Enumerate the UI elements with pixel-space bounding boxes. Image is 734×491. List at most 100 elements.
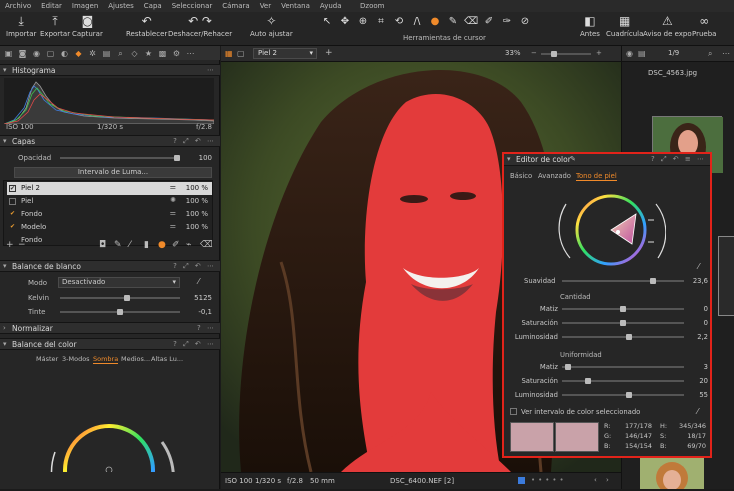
layer-checkbox[interactable]: ✔ [9,211,16,218]
zoom-level[interactable]: 33% [505,49,521,57]
add-layer-icon[interactable]: + [6,240,14,250]
single-view-icon[interactable]: ▦ [225,49,233,58]
slider-value[interactable]: 20 [684,377,708,385]
tab-basic[interactable]: Básico [510,172,532,180]
section-menu-icon[interactable]: ⋯ [207,66,216,74]
section-controls-icon[interactable]: ? ⤢ ↶ ⋯ [173,137,216,146]
zoom-icon[interactable]: ⊕ [356,15,370,29]
multi-view-icon[interactable]: ▢ [237,49,245,58]
tab-highlights[interactable]: Altas Lu... [151,355,183,363]
layer-row-fondo[interactable]: ✔ Fondo ⚌ 100 % [7,208,212,221]
smoothness-slider-knob[interactable] [650,278,656,284]
tint-slider[interactable] [60,309,180,315]
tint-value[interactable]: -0,1 [180,308,212,316]
eyedropper-icon[interactable]: ⁄ [198,277,199,286]
menu-archivo[interactable]: Archivo [0,2,36,10]
clear-icon[interactable]: ⌫ [200,240,213,250]
star-tab-icon[interactable]: ★ [143,48,154,59]
tab-3-modes[interactable]: 3-Modos [62,355,90,363]
auto-adjust-button[interactable]: ✧ Auto ajustar [250,14,293,38]
thumbnail-partial[interactable] [718,236,734,316]
color-editor-header[interactable]: ▾ Editor de color ✎ ? ⤢ ↶ ≡ ⋯ [504,154,710,166]
white-balance-header[interactable]: ▾ Balance de blanco ? ⤢ ↶ ⋯ [0,260,220,272]
picker-icon[interactable]: ⁄ [129,240,131,250]
zoom-in-icon[interactable]: + [596,49,602,57]
eyedropper-icon[interactable]: ⁄ [697,407,698,416]
layer-row-piel2[interactable]: ✔ Piel 2 ⚌ 100 % [7,182,212,195]
slider-track[interactable] [562,306,684,312]
color-tag-icon[interactable] [518,477,525,484]
normalize-header[interactable]: › Normalizar ? ⋯ [0,322,220,334]
color-range-icon[interactable]: ● [158,240,166,250]
menu-seleccionar[interactable]: Seleccionar [167,2,218,10]
tab-shadow[interactable]: Sombra [93,355,119,364]
slider-track[interactable] [562,364,684,370]
slider-track[interactable] [562,392,684,398]
brush-icon[interactable]: ✎ [114,240,122,250]
histogram-header[interactable]: ▾ Histograma ⋯ [0,64,220,76]
menu-ajustes[interactable]: Ajustes [103,2,139,10]
heal-icon[interactable]: ✑ [500,15,514,29]
slider-knob[interactable] [626,392,632,398]
export-button[interactable]: ⤒ Exportar [40,14,70,38]
more-icon[interactable]: ⋯ [722,49,730,58]
slider-track[interactable] [562,334,684,340]
before-button[interactable]: ◧ Antes [580,14,600,38]
layers-header[interactable]: ▾ Capas ? ⤢ ↶ ⋯ [0,135,220,147]
slider-knob[interactable] [565,364,571,370]
capture-button[interactable]: ◙ Capturar [72,14,103,38]
slider-value[interactable]: 55 [684,391,708,399]
smoothness-value[interactable]: 23,6 [684,277,708,285]
slider-knob[interactable] [626,334,632,340]
batch-tab-icon[interactable]: ⚙ [171,48,182,59]
menu-camara[interactable]: Cámara [217,2,254,10]
prev-icon[interactable]: ‹ [594,476,597,484]
layer-checkbox[interactable] [9,198,16,205]
fill-icon[interactable]: ⌁ [186,240,191,250]
section-controls-icon[interactable]: ? ⋯ [197,324,216,332]
pan-icon[interactable]: ✥ [338,15,352,29]
zoom-out-icon[interactable]: − [531,49,537,57]
skin-tone-wheel[interactable] [556,184,666,274]
thumbnail-3[interactable] [640,458,704,491]
next-icon[interactable]: › [606,476,609,484]
slider-value[interactable]: 2,2 [684,333,708,341]
eye-icon[interactable]: ◉ [626,49,633,58]
zoom-slider[interactable] [541,51,591,57]
color-tab-icon[interactable]: ◆ [73,48,84,59]
menu-ver[interactable]: Ver [255,2,276,10]
proof-button[interactable]: ∞ Prueba [692,14,716,38]
tab-skin-tone[interactable]: Tono de piel [576,172,617,181]
rating-dots[interactable]: ••••• [531,476,567,484]
crop-icon[interactable]: ⌗ [374,15,388,29]
local-tab-icon[interactable]: ▤ [101,48,112,59]
undo-redo-button[interactable]: ↶ ↷ Deshacer/Rehacer [168,14,232,38]
layer-checkbox[interactable]: ✔ [9,185,16,192]
more-tab-icon[interactable]: ⋯ [185,48,196,59]
tab-midtones[interactable]: Medios... [121,355,150,363]
kelvin-value[interactable]: 5125 [180,294,212,302]
smoothness-slider[interactable] [562,278,684,284]
rotate-icon[interactable]: ⟲ [392,15,406,29]
pointer-icon[interactable]: ↖ [320,15,334,29]
library-tab-icon[interactable]: ▣ [3,48,14,59]
tint-slider-knob[interactable] [117,309,123,315]
opacity-slider[interactable] [60,155,180,161]
reset-button[interactable]: ↶ Restablecer [126,14,167,38]
exposure-warning-button[interactable]: ⚠ Aviso de expo [643,14,692,38]
color-picker-icon[interactable]: ● [428,15,442,29]
section-controls-icon[interactable]: ? ⤢ ↶ ⋯ [173,340,216,349]
menu-imagen[interactable]: Imagen [67,2,103,10]
skin-picker-icon[interactable]: ⁄ [698,262,699,271]
slider-track[interactable] [562,320,684,326]
output-tab-icon[interactable]: ▩ [157,48,168,59]
brush-icon[interactable]: ✎ [446,15,460,29]
search-tab-icon[interactable]: ⌕ [115,48,126,59]
eraser-icon[interactable]: ⌫ [464,15,478,29]
menu-capa[interactable]: Capa [139,2,167,10]
color-balance-wheel[interactable] [40,372,180,472]
keystone-icon[interactable]: /\ [410,15,424,29]
luma-range-button[interactable]: Intervalo de Luma... [14,167,212,178]
slider-value[interactable]: 0 [684,319,708,327]
lens-tab-icon[interactable]: ◉ [31,48,42,59]
